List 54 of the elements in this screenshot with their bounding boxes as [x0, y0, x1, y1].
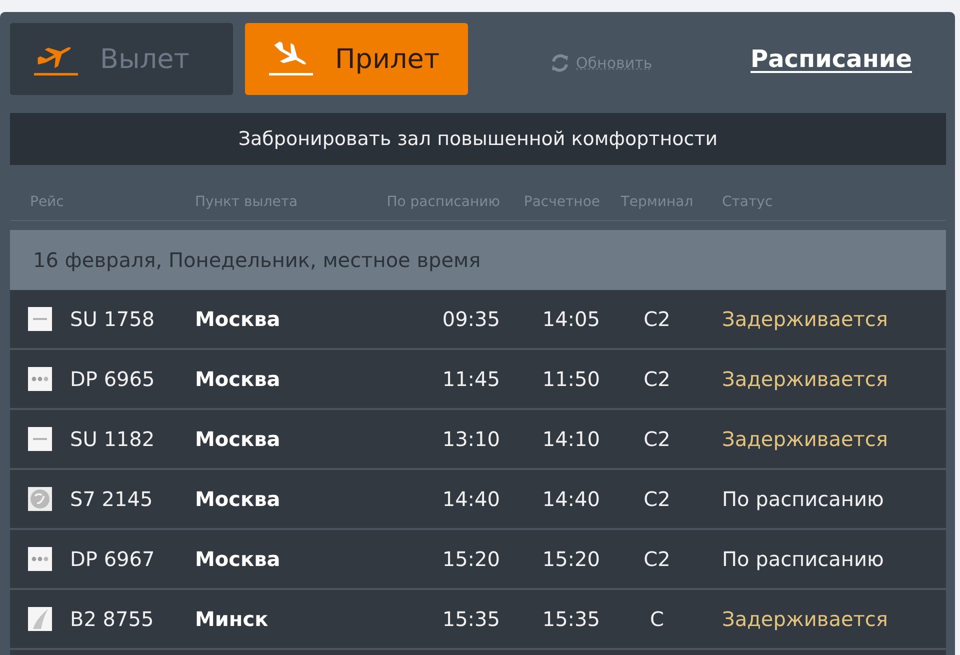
estimated-time: 15:35 — [542, 607, 600, 631]
terminal-code: C2 — [644, 547, 670, 571]
dots-tile-icon — [28, 367, 52, 391]
dash-tile-icon — [28, 307, 52, 331]
city-name: Москва — [195, 547, 280, 571]
flight-number: DP 6967 — [70, 547, 155, 571]
dash-tile-icon — [28, 427, 52, 451]
terminal-code: C — [650, 607, 664, 631]
column-header: Статус — [722, 194, 773, 210]
scheduled-time: 09:35 — [442, 307, 500, 331]
column-header: По расписанию — [386, 194, 500, 210]
terminal-code: C2 — [644, 367, 670, 391]
city-name: Москва — [195, 427, 280, 451]
estimated-time: 14:05 — [542, 307, 600, 331]
flight-number: DP 6965 — [70, 367, 155, 391]
date-header: 16 февраля, Понедельник, местное время — [10, 230, 946, 290]
scheduled-time: 11:45 — [442, 367, 500, 391]
city-name: Минск — [195, 607, 268, 631]
flight-number: SU 1758 — [70, 307, 155, 331]
flight-status: По расписанию — [722, 487, 884, 511]
city-name: Москва — [195, 487, 280, 511]
estimated-time: 15:20 — [542, 547, 600, 571]
flight-status: Задерживается — [722, 607, 888, 631]
scheduled-time: 13:10 — [442, 427, 500, 451]
scheduled-time: 15:20 — [442, 547, 500, 571]
plane-landing-icon — [267, 41, 315, 77]
terminal-code: C2 — [644, 427, 670, 451]
flight-status: Задерживается — [722, 427, 888, 451]
refresh-icon — [550, 53, 570, 73]
city-name: Москва — [195, 307, 280, 331]
column-header: Рейс — [30, 194, 64, 210]
dots-tile-icon — [28, 547, 52, 571]
flight-tab[interactable]: Прилет — [245, 23, 468, 95]
book-lounge-button[interactable]: Забронировать зал повышенной комфортности — [10, 113, 946, 165]
column-header: Терминал — [620, 194, 694, 210]
estimated-time: 14:40 — [542, 487, 600, 511]
flight-number: SU 1182 — [70, 427, 155, 451]
column-header: Расчетное — [524, 194, 600, 210]
flight-number: B2 8755 — [70, 607, 154, 631]
column-header: Пункт вылета — [195, 194, 298, 210]
flight-status: Задерживается — [722, 307, 888, 331]
scheduled-time: 15:35 — [442, 607, 500, 631]
swoosh-tile-icon — [28, 607, 52, 631]
terminal-code: C2 — [644, 307, 670, 331]
circle-tile-icon — [28, 487, 52, 511]
estimated-time: 11:50 — [542, 367, 600, 391]
flight-number: S7 2145 — [70, 487, 153, 511]
estimated-time: 14:10 — [542, 427, 600, 451]
flight-status: Задерживается — [722, 367, 888, 391]
scheduled-time: 14:40 — [442, 487, 500, 511]
city-name: Москва — [195, 367, 280, 391]
flight-status: По расписанию — [722, 547, 884, 571]
schedule-link[interactable]: Расписание — [750, 45, 912, 73]
terminal-code: C2 — [644, 487, 670, 511]
